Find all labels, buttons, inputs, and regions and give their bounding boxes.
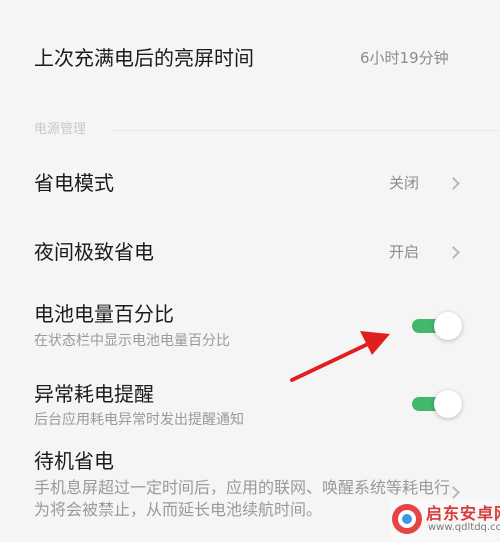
night-saving-value: 开启 bbox=[389, 243, 420, 261]
abnormal-alert-label: 异常耗电提醒 bbox=[34, 382, 154, 406]
abnormal-alert-description: 后台应用耗电异常时发出提醒通知 bbox=[34, 412, 244, 428]
night-saving-row[interactable]: 夜间极致省电 开启 bbox=[0, 218, 500, 288]
watermark: 启东安卓网 www.qdltdq.com bbox=[390, 498, 500, 540]
power-saving-mode-value: 关闭 bbox=[389, 174, 420, 192]
toggle-knob bbox=[434, 312, 462, 340]
screen-time-value: 6小时19分钟 bbox=[360, 49, 449, 67]
chevron-right-icon bbox=[447, 246, 460, 259]
power-saving-mode-label: 省电模式 bbox=[34, 171, 114, 195]
section-divider bbox=[112, 130, 500, 131]
annotation-arrow bbox=[290, 331, 390, 382]
abnormal-alert-toggle[interactable] bbox=[412, 389, 462, 419]
screen-time-label: 上次充满电后的亮屏时间 bbox=[34, 46, 254, 70]
battery-percentage-description: 在状态栏中显示电池电量百分比 bbox=[34, 333, 230, 349]
chevron-right-icon bbox=[447, 177, 460, 190]
standby-saving-label: 待机省电 bbox=[34, 449, 114, 473]
watermark-name: 启东安卓网 bbox=[426, 504, 500, 523]
battery-percentage-label: 电池电量百分比 bbox=[34, 302, 174, 326]
screen-time-row: 上次充满电后的亮屏时间 6小时19分钟 bbox=[0, 0, 500, 112]
arrow-head bbox=[360, 331, 390, 355]
battery-percentage-toggle[interactable] bbox=[412, 311, 462, 341]
abnormal-alert-row: 异常耗电提醒 后台应用耗电异常时发出提醒通知 bbox=[0, 370, 500, 448]
battery-percentage-row: 电池电量百分比 在状态栏中显示电池电量百分比 bbox=[0, 290, 500, 370]
toggle-knob bbox=[434, 390, 462, 418]
watermark-logo-icon bbox=[392, 504, 422, 534]
power-management-header: 电源管理 bbox=[34, 122, 87, 137]
power-saving-mode-row[interactable]: 省电模式 关闭 bbox=[0, 148, 500, 218]
watermark-url: www.qdltdq.com bbox=[428, 522, 500, 533]
arrow-shaft bbox=[290, 342, 370, 382]
night-saving-label: 夜间极致省电 bbox=[34, 240, 154, 264]
